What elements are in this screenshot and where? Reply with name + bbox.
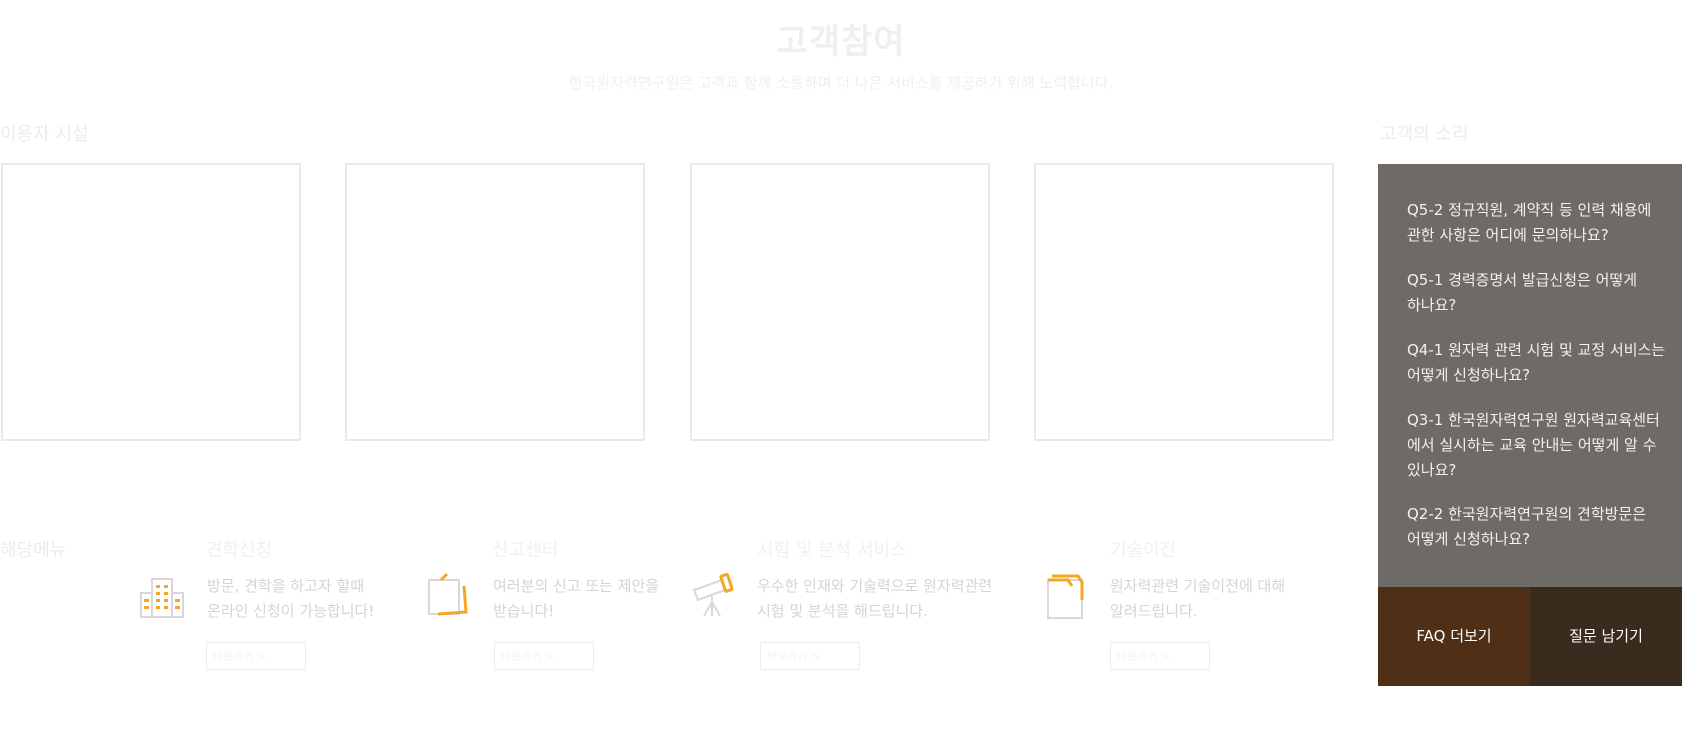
- faq-section-label: 고객의 소리: [1380, 124, 1469, 145]
- page-subtitle: 한국원자력연구원은 고객과 함께 소통하며 더 나은 서비스를 제공하기 위해 …: [568, 74, 1114, 92]
- service-link-button[interactable]: 바로가기 >: [206, 642, 306, 670]
- facility-card[interactable]: [690, 163, 990, 441]
- faq-item[interactable]: Q5-2 정규직원, 계약직 등 인력 채용에 관한 사항은 어디에 문의하나요…: [1407, 198, 1669, 248]
- folder-icon: [1044, 572, 1088, 626]
- service-description: 원자력관련 기술이전에 대해 알려드립니다.: [1110, 577, 1286, 620]
- page-title: 고객참여: [776, 22, 906, 62]
- service-title: 기술이전: [1110, 540, 1177, 561]
- faq-more-button[interactable]: FAQ 더보기: [1378, 587, 1530, 686]
- service-title: 견학신청: [206, 540, 273, 561]
- service-description: 우수한 인재와 기술력으로 원자력관련 시험 및 분석을 해드립니다.: [757, 577, 993, 620]
- facility-card[interactable]: [1034, 163, 1334, 441]
- faq-item[interactable]: Q5-1 경력증명서 발급신청은 어떻게 하나요?: [1407, 268, 1669, 318]
- telescope-icon: [690, 572, 738, 624]
- facility-card[interactable]: [345, 163, 645, 441]
- building-icon: [138, 577, 186, 623]
- service-title: 시험 및 분석 서비스: [757, 540, 907, 561]
- service-link-button[interactable]: 바로가기 >: [494, 642, 594, 670]
- services-section-label: 해당메뉴: [0, 540, 67, 561]
- service-link-button[interactable]: 바로가기 >: [1110, 642, 1210, 670]
- faq-item[interactable]: Q4-1 원자력 관련 시험 및 교정 서비스는 어떻게 신청하나요?: [1407, 338, 1669, 388]
- service-link-button[interactable]: 바로가기 >: [760, 642, 860, 670]
- facilities-section-label: 이용자 시설: [0, 124, 89, 145]
- facility-card[interactable]: [1, 163, 301, 441]
- ask-question-button[interactable]: 질문 남기기: [1530, 587, 1682, 686]
- faq-item[interactable]: Q3-1 한국원자력연구원 원자력교육센터 에서 실시하는 교육 안내는 어떻게…: [1407, 408, 1669, 483]
- faq-item[interactable]: Q2-2 한국원자력연구원의 견학방문은 어떻게 신청하나요?: [1407, 502, 1669, 552]
- memo-icon: [424, 572, 472, 626]
- service-title: 신고센터: [492, 540, 559, 561]
- faq-panel: Q5-2 정규직원, 계약직 등 인력 채용에 관한 사항은 어디에 문의하나요…: [1378, 164, 1682, 686]
